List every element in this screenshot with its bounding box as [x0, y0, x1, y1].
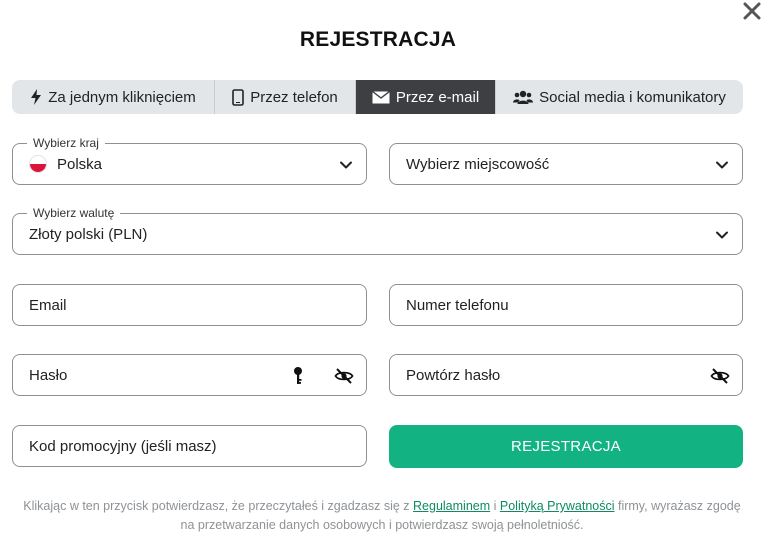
envelope-icon: [371, 90, 390, 104]
privacy-policy-link[interactable]: Polityką Prywatności: [500, 499, 615, 513]
tab-label: Za jednym kliknięciem: [48, 88, 196, 106]
chevron-down-icon: [714, 157, 730, 173]
users-icon: [513, 90, 534, 105]
terms-text-between: i: [490, 499, 500, 513]
promo-placeholder: Kod promocyjny (jeśli masz): [29, 437, 217, 455]
email-placeholder: Email: [29, 296, 67, 314]
terms-text-start: Klikając w ten przycisk potwierdzasz, że…: [23, 499, 414, 513]
promo-code-field[interactable]: Kod promocyjny (jeśli masz): [12, 425, 367, 467]
tab-phone[interactable]: Przez telefon: [215, 80, 356, 114]
terms-link[interactable]: Regulaminem: [413, 499, 490, 513]
phone-field[interactable]: Numer telefonu: [389, 284, 743, 326]
currency-value: Złoty polski (PLN): [29, 225, 148, 243]
lightning-icon: [30, 89, 42, 105]
phone-icon: [232, 88, 245, 106]
tab-label: Przez e-mail: [395, 88, 480, 106]
poland-flag-icon: [29, 155, 47, 173]
tab-label: Social media i komunikatory: [539, 88, 726, 106]
close-icon[interactable]: [739, 0, 761, 24]
password-placeholder: Hasło: [29, 366, 68, 384]
currency-select[interactable]: Wybierz walutę Złoty polski (PLN): [12, 206, 743, 255]
city-select[interactable]: Wybierz miejscowość: [389, 143, 743, 185]
repeat-password-placeholder: Powtórz hasło: [406, 366, 501, 384]
tab-email[interactable]: Przez e-mail: [356, 80, 496, 114]
country-select[interactable]: Wybierz kraj Polska: [12, 136, 367, 185]
chevron-down-icon: [338, 157, 354, 173]
country-legend: Wybierz kraj: [27, 136, 105, 150]
eye-slash-icon[interactable]: [334, 367, 354, 385]
key-icon[interactable]: [292, 366, 304, 386]
currency-legend: Wybierz walutę: [27, 206, 121, 220]
page-title: REJESTRACJA: [299, 28, 457, 51]
repeat-password-field[interactable]: Powtórz hasło: [389, 354, 743, 396]
chevron-down-icon: [714, 227, 730, 243]
terms-notice: Klikając w ten przycisk potwierdzasz, że…: [20, 497, 744, 535]
registration-tabs: Za jednym kliknięciem Przez telefon Prze…: [12, 80, 743, 114]
country-value: Polska: [57, 155, 103, 173]
email-field[interactable]: Email: [12, 284, 367, 326]
register-button[interactable]: REJESTRACJA: [389, 425, 743, 468]
city-placeholder: Wybierz miejscowość: [406, 155, 550, 173]
eye-slash-icon[interactable]: [710, 367, 730, 385]
phone-placeholder: Numer telefonu: [406, 296, 509, 314]
tab-one-click[interactable]: Za jednym kliknięciem: [12, 80, 215, 114]
password-field[interactable]: Hasło: [12, 354, 367, 396]
tab-social-media[interactable]: Social media i komunikatory: [496, 80, 743, 114]
tab-label: Przez telefon: [250, 88, 338, 106]
